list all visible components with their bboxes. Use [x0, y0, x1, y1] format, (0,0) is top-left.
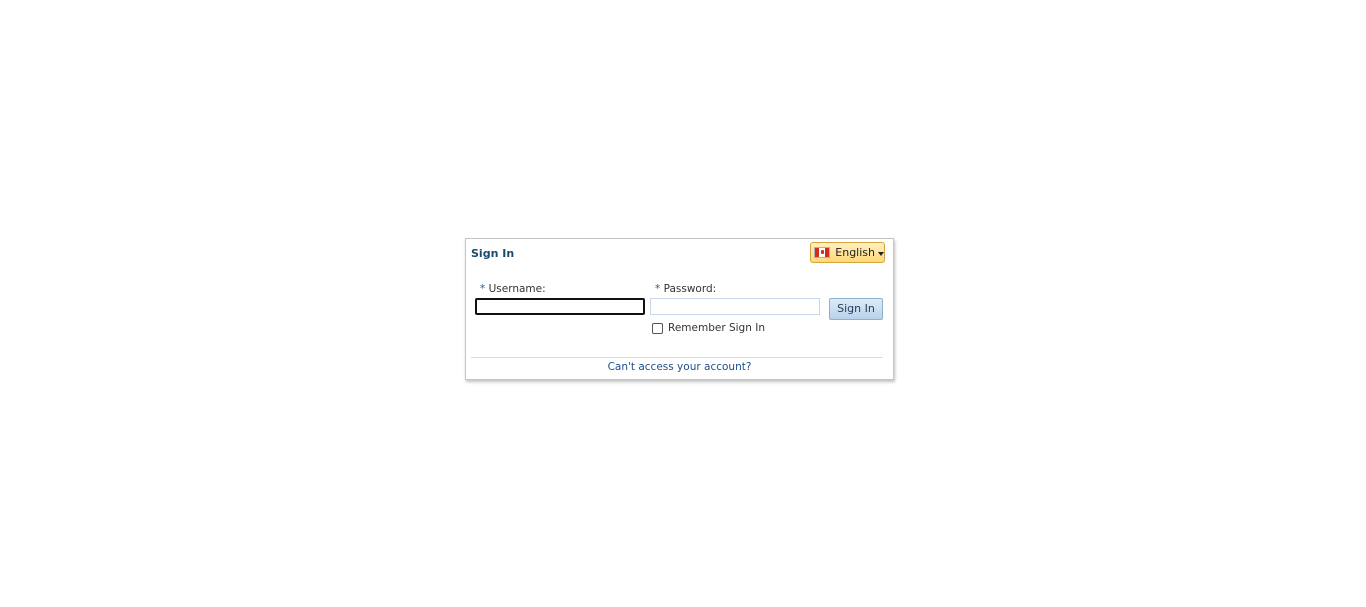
cant-access-account-link[interactable]: Can't access your account?	[466, 361, 893, 373]
remember-label: Remember Sign In	[668, 322, 765, 334]
username-input[interactable]	[475, 298, 645, 315]
username-label: * Username:	[480, 283, 546, 295]
page: Sign In English * Username: * Password: …	[0, 0, 1366, 607]
remember-sign-in[interactable]: Remember Sign In	[652, 322, 765, 334]
required-marker: *	[480, 283, 486, 295]
language-label: English	[835, 246, 875, 259]
password-input[interactable]	[650, 298, 820, 315]
sign-in-button[interactable]: Sign In	[829, 298, 883, 320]
sign-in-panel: Sign In English * Username: * Password: …	[465, 238, 894, 380]
username-label-text: Username:	[488, 283, 546, 295]
canada-flag-icon	[814, 247, 831, 258]
remember-checkbox[interactable]	[652, 322, 663, 334]
language-selector[interactable]: English	[810, 242, 885, 263]
password-label: * Password:	[655, 283, 716, 295]
password-label-text: Password:	[663, 283, 717, 295]
panel-title: Sign In	[471, 247, 515, 260]
divider	[471, 357, 883, 358]
chevron-down-icon	[878, 251, 884, 256]
required-marker: *	[655, 283, 661, 295]
